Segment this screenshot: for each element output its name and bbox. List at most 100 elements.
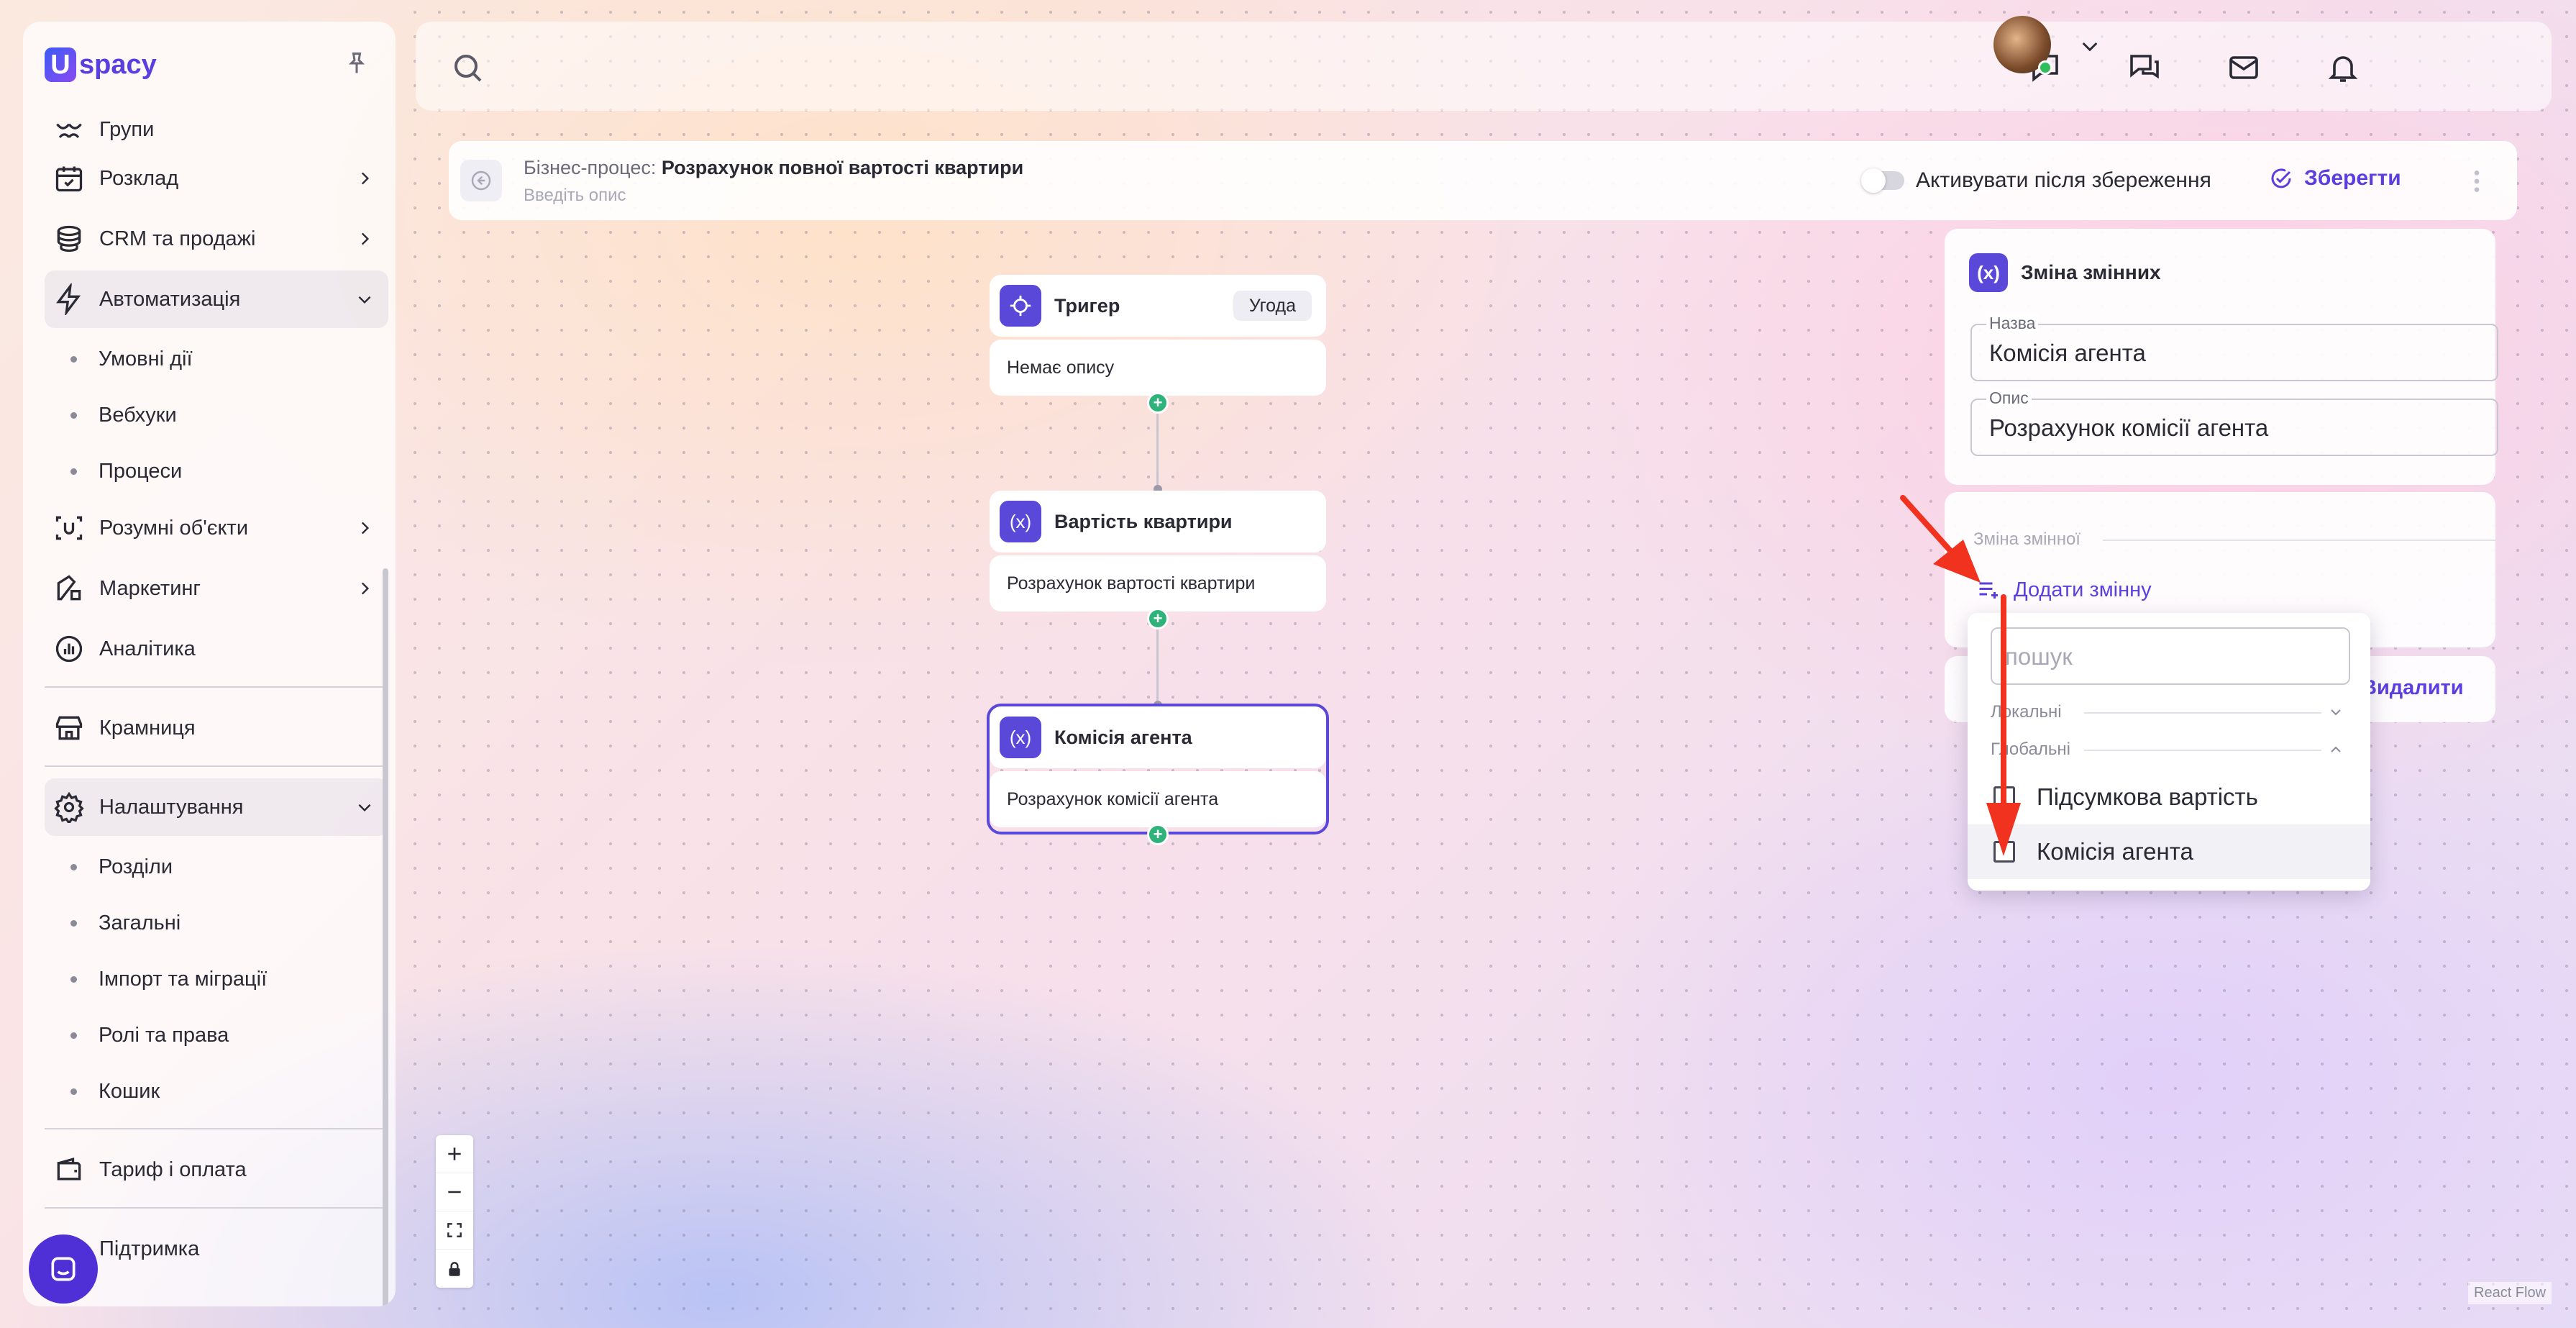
bullet — [70, 355, 77, 363]
divider — [45, 765, 388, 767]
sidebar-subitem-webhooks[interactable]: Вебхуки — [45, 387, 388, 443]
group-label: Глобальні — [1991, 740, 2070, 759]
sidebar-item-label: Крамниця — [99, 716, 196, 740]
add-node-handle[interactable]: + — [1147, 824, 1169, 845]
sidebar-item-settings[interactable]: Налаштування — [45, 778, 388, 836]
bullet — [70, 468, 77, 475]
sidebar-item-label: Налаштування — [99, 795, 244, 819]
divider — [45, 1128, 388, 1129]
smart-objects-icon — [55, 516, 83, 540]
chevron-down-icon[interactable] — [2078, 35, 2101, 58]
sidebar-subitem-import[interactable]: Імпорт та міграції — [45, 951, 388, 1007]
flow-node-trigger[interactable]: Тригер Угода — [990, 275, 1326, 337]
bullet — [70, 919, 77, 927]
sidebar-subitem-conditional-actions[interactable]: Умовні дії — [45, 331, 388, 387]
sidebar-subitem-roles[interactable]: Ролі та права — [45, 1007, 388, 1063]
trigger-icon — [1000, 285, 1041, 327]
sidebar-subitem-general[interactable]: Загальні — [45, 895, 388, 951]
minus-icon — [448, 1191, 461, 1193]
sidebar-nav: Групи Розклад CRM та продажі Автоматизац… — [45, 118, 388, 1281]
sidebar-item-smart-objects[interactable]: Розумні об'єкти — [45, 499, 388, 557]
groups-icon — [56, 123, 82, 139]
chevron-right-icon — [361, 522, 370, 535]
edge-price-to-commission — [1156, 627, 1159, 706]
search-icon[interactable] — [450, 50, 485, 85]
add-variable-button[interactable]: Додати змінну — [1976, 577, 2152, 603]
bullet — [70, 411, 77, 419]
calendar-icon — [55, 166, 83, 192]
process-header: Бізнес-процес: Розрахунок повної вартост… — [449, 141, 2517, 220]
plus-icon — [448, 1147, 461, 1160]
checkbox[interactable] — [1993, 841, 2015, 863]
back-button[interactable] — [460, 160, 502, 201]
bell-icon[interactable] — [2326, 50, 2360, 85]
add-node-handle[interactable]: + — [1147, 608, 1169, 629]
sidebar-item-label: Розклад — [99, 166, 179, 190]
mail-icon[interactable] — [2226, 50, 2261, 85]
process-title-prefix: Бізнес-процес: — [524, 157, 657, 178]
more-options-icon[interactable] — [2470, 167, 2484, 196]
sidebar-subitem-label: Розділи — [99, 855, 173, 878]
sidebar-item-marketing[interactable]: Маркетинг — [45, 560, 388, 617]
description-field[interactable]: Опис Розрахунок комісії агента — [1970, 388, 2498, 456]
sidebar-subitem-label: Вебхуки — [99, 403, 177, 427]
activate-toggle[interactable] — [1861, 168, 1904, 193]
fit-view-button[interactable] — [436, 1211, 473, 1250]
flow-node-apartment-price-description[interactable]: Розрахунок вартості квартири — [990, 555, 1326, 611]
sidebar-item-billing[interactable]: Тариф і оплата — [45, 1141, 388, 1199]
lock-button[interactable] — [436, 1250, 473, 1288]
process-name[interactable]: Розрахунок повної вартості квартири — [662, 157, 1023, 178]
sidebar-item-schedule[interactable]: Розклад — [45, 150, 388, 207]
sidebar-item-automation[interactable]: Автоматизація — [45, 270, 388, 328]
sidebar-item-label: Маркетинг — [99, 576, 201, 600]
chevron-down-icon — [358, 296, 371, 304]
sidebar-item-store[interactable]: Крамниця — [45, 699, 388, 757]
sidebar-item-groups[interactable]: Групи — [45, 112, 388, 147]
delete-button[interactable]: Видалити — [2362, 676, 2464, 700]
sidebar-subitem-label: Імпорт та міграції — [99, 967, 268, 991]
sidebar-item-label: Розумні об'єкти — [99, 516, 249, 540]
logo[interactable]: U spacy — [45, 47, 157, 82]
sidebar-subitem-processes[interactable]: Процеси — [45, 443, 388, 499]
save-button[interactable]: Зберегти — [2268, 165, 2401, 191]
sidebar-item-analytics[interactable]: Аналітика — [45, 620, 388, 678]
logo-mark: U — [45, 47, 76, 82]
group-global[interactable]: Глобальні — [1991, 740, 2350, 760]
chats-icon[interactable] — [2127, 50, 2162, 85]
bullet — [70, 1032, 77, 1039]
variable-icon: (x) — [1000, 501, 1041, 542]
dropdown-option[interactable]: Комісія агента — [1968, 824, 2370, 879]
bullet — [70, 975, 77, 983]
checkbox[interactable] — [1993, 786, 2015, 808]
panel-title: (x) Зміна змінних — [1969, 253, 2161, 292]
option-label: Підсумкова вартість — [2037, 783, 2258, 810]
save-button-label: Зберегти — [2304, 166, 2401, 190]
option-label: Комісія агента — [2037, 838, 2193, 865]
lock-icon — [449, 1261, 460, 1276]
sidebar-item-crm[interactable]: CRM та продажі — [45, 210, 388, 268]
dropdown-option[interactable]: Підсумкова вартість — [1968, 770, 2370, 824]
sidebar-item-label: Автоматизація — [99, 287, 241, 311]
name-field[interactable]: Назва Комісія агента — [1970, 314, 2498, 381]
group-local[interactable]: Локальні — [1991, 702, 2350, 722]
divider — [45, 686, 388, 688]
sidebar-subitem-sections[interactable]: Розділи — [45, 839, 388, 895]
zoom-in-button[interactable] — [436, 1135, 473, 1173]
sidebar-subitem-label: Загальні — [99, 911, 181, 934]
dropdown-search-input[interactable]: пошук — [1991, 627, 2350, 685]
flow-node-trigger-description[interactable]: Немає опису — [990, 340, 1326, 396]
bullet — [70, 863, 77, 870]
process-description-input[interactable]: Введіть опис — [524, 186, 626, 206]
chevron-down-icon — [358, 804, 371, 812]
flow-node-apartment-price[interactable]: (x) Вартість квартири — [990, 491, 1326, 552]
edge-trigger-to-price — [1156, 411, 1159, 491]
chevron-up-icon — [2331, 746, 2341, 752]
node-settings-card: (x) Зміна змінних Назва Комісія агента О… — [1945, 229, 2498, 485]
add-node-handle[interactable]: + — [1147, 392, 1169, 414]
zoom-out-button[interactable] — [436, 1173, 473, 1211]
react-flow-attribution[interactable]: React Flow — [2468, 1282, 2552, 1304]
chat-widget-button[interactable] — [29, 1234, 98, 1304]
sidebar-scrollbar[interactable] — [383, 568, 388, 1306]
pin-icon[interactable] — [344, 49, 370, 78]
sidebar-subitem-trash[interactable]: Кошик — [45, 1063, 388, 1119]
